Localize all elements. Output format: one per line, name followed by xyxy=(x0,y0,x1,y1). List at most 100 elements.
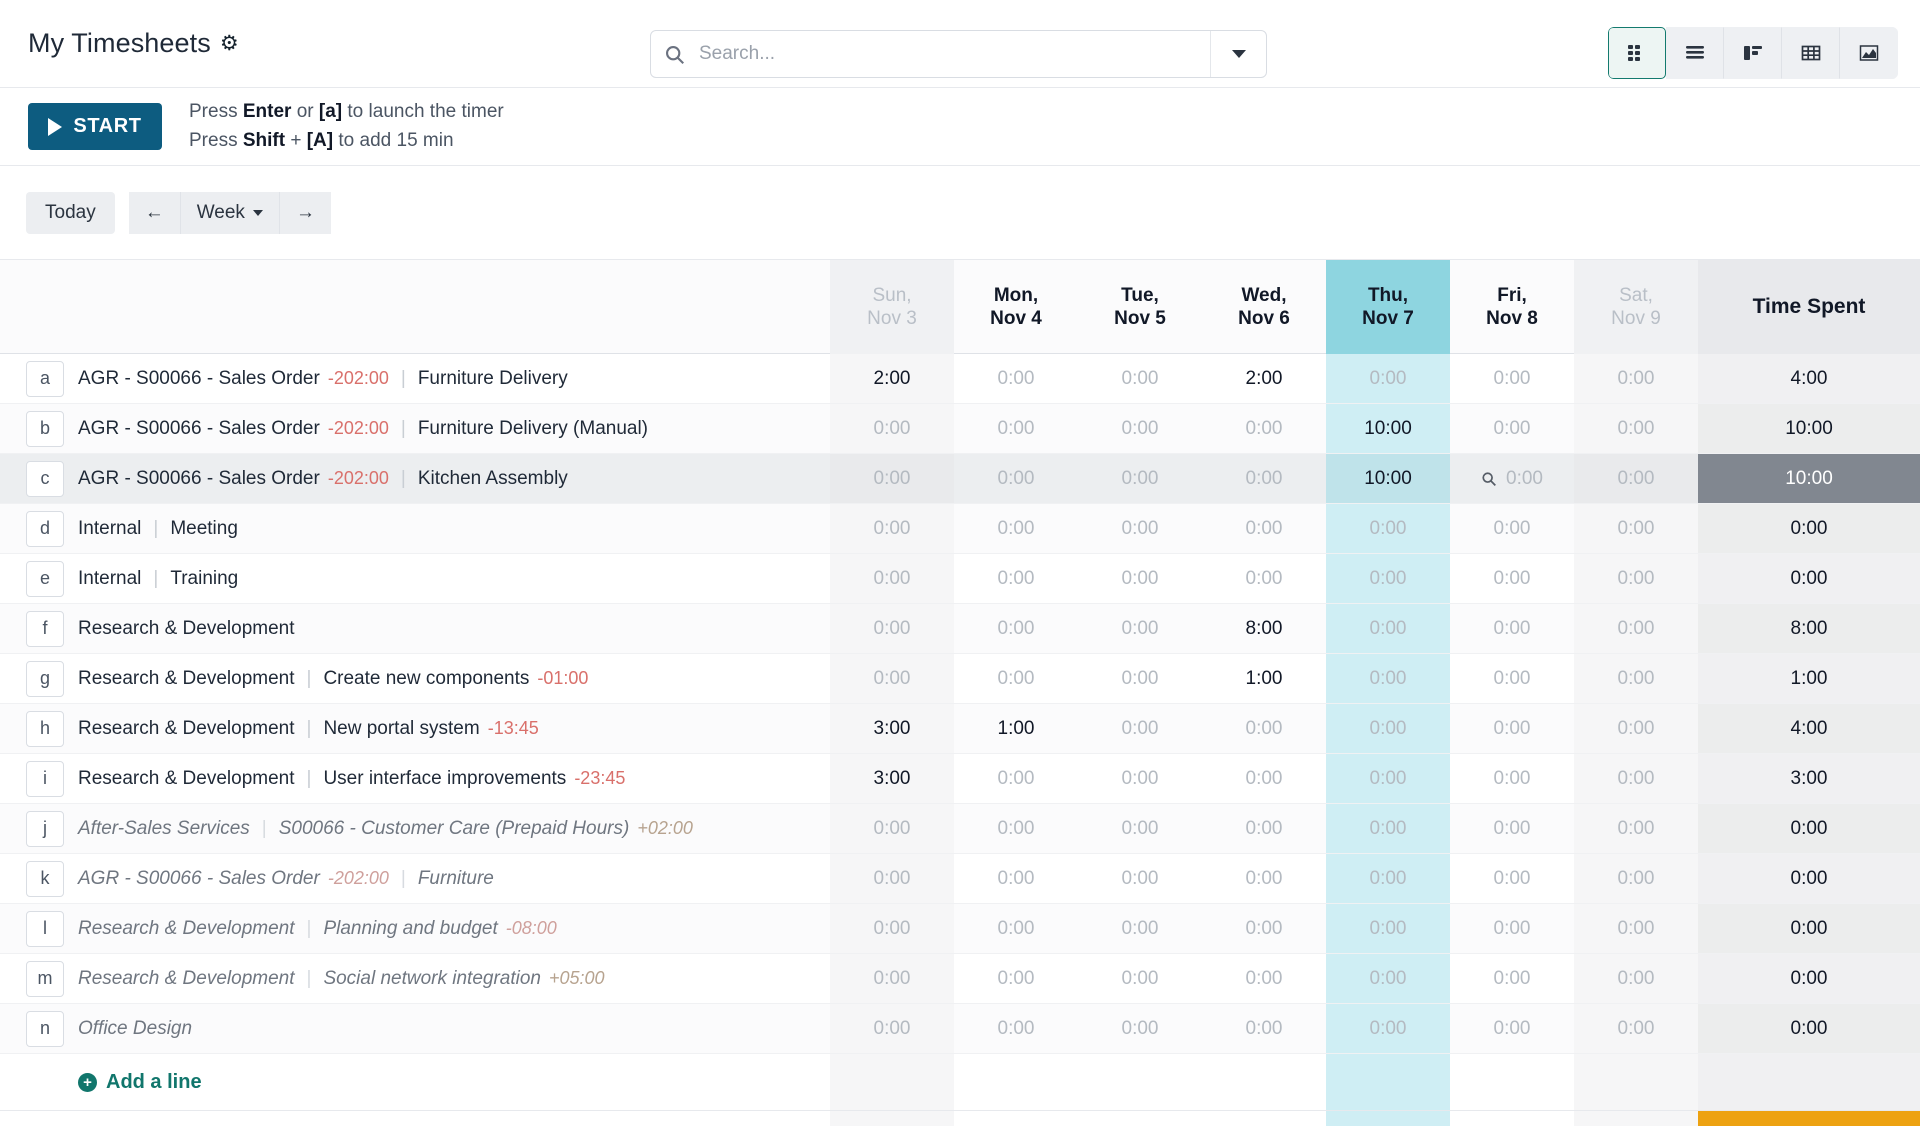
grid-cell[interactable]: 2:00 xyxy=(830,354,954,403)
gear-icon[interactable]: ⚙ xyxy=(220,33,239,54)
list-view-button[interactable] xyxy=(1666,27,1724,79)
grid-cell[interactable]: 0:00 xyxy=(1202,854,1326,903)
grid-cell[interactable]: 10:00 xyxy=(1326,404,1450,453)
grid-cell[interactable]: 0:00 xyxy=(1078,754,1202,803)
start-timer-button[interactable]: START xyxy=(28,103,162,150)
table-row[interactable]: e Internal | Training 0:00 0:00 0:00 0:00 0:00 0:… xyxy=(0,554,1920,604)
kanban-view-button[interactable] xyxy=(1724,27,1782,79)
grid-cell[interactable]: 0:00 xyxy=(954,1004,1078,1053)
grid-cell[interactable]: 0:00 xyxy=(1450,854,1574,903)
grid-cell[interactable]: 0:00 xyxy=(1326,504,1450,553)
pivot-view-button[interactable] xyxy=(1782,27,1840,79)
row-letter-badge[interactable]: c xyxy=(26,460,64,497)
grid-cell[interactable]: 0:00 xyxy=(954,504,1078,553)
row-letter-badge[interactable]: g xyxy=(26,660,64,697)
row-letter-badge[interactable]: n xyxy=(26,1010,64,1047)
row-description[interactable]: AGR - S00066 - Sales Order -202:00 | Furnit… xyxy=(78,868,494,890)
row-letter-badge[interactable]: m xyxy=(26,960,64,997)
grid-cell[interactable]: 0:00 xyxy=(1574,654,1698,703)
grid-cell[interactable]: 0:00 xyxy=(1326,904,1450,953)
grid-cell[interactable]: 0:00 xyxy=(1202,404,1326,453)
grid-cell[interactable]: 0:00 xyxy=(1450,704,1574,753)
grid-cell[interactable]: 0:00 xyxy=(1574,404,1698,453)
grid-cell[interactable]: 0:00 xyxy=(1078,804,1202,853)
grid-cell[interactable]: 0:00 xyxy=(1450,804,1574,853)
grid-cell[interactable]: 0:00 xyxy=(1202,754,1326,803)
grid-cell[interactable]: 0:00 xyxy=(1202,454,1326,503)
today-button[interactable]: Today xyxy=(26,191,115,234)
grid-cell[interactable]: 0:00 xyxy=(1078,354,1202,403)
grid-cell[interactable]: 0:00 xyxy=(830,954,954,1003)
table-row[interactable]: h Research & Development | New portal syste… xyxy=(0,704,1920,754)
grid-cell[interactable]: 0:00 xyxy=(1078,504,1202,553)
table-row[interactable]: i Research & Development | User interface i… xyxy=(0,754,1920,804)
row-letter-badge[interactable]: k xyxy=(26,860,64,897)
row-description[interactable]: AGR - S00066 - Sales Order -202:00 | Furnit… xyxy=(78,418,648,440)
grid-cell[interactable]: 0:00 xyxy=(954,354,1078,403)
add-a-line-button[interactable]: + Add a line xyxy=(78,1071,202,1094)
grid-cell[interactable]: 0:00 xyxy=(830,904,954,953)
grid-cell[interactable]: 0:00 xyxy=(830,504,954,553)
grid-cell[interactable]: 0:00 xyxy=(1078,454,1202,503)
row-description[interactable]: Research & Development xyxy=(78,618,295,640)
grid-cell[interactable]: 0:00 xyxy=(830,654,954,703)
table-row[interactable]: m Research & Development | Social network i… xyxy=(0,954,1920,1004)
table-row[interactable]: c AGR - S00066 - Sales Order -202:00 | Kitch… xyxy=(0,454,1920,504)
table-row[interactable]: l Research & Development | Planning and bud… xyxy=(0,904,1920,954)
grid-cell[interactable]: 0:00 xyxy=(1450,954,1574,1003)
grid-cell[interactable]: 0:00 xyxy=(1202,504,1326,553)
grid-cell[interactable]: 0:00 xyxy=(1326,954,1450,1003)
grid-cell[interactable]: 0:00 xyxy=(1450,404,1574,453)
grid-cell[interactable]: 0:00 xyxy=(1574,1004,1698,1053)
grid-cell[interactable]: 0:00 xyxy=(1078,1004,1202,1053)
grid-cell[interactable]: 0:00 xyxy=(1202,554,1326,603)
search-dropdown-toggle[interactable] xyxy=(1210,31,1266,77)
grid-cell[interactable]: 3:00 xyxy=(830,754,954,803)
row-description[interactable]: AGR - S00066 - Sales Order -202:00 | Kitche… xyxy=(78,468,568,490)
grid-cell[interactable]: 0:00 xyxy=(1450,454,1574,503)
grid-cell[interactable]: 0:00 xyxy=(1202,1004,1326,1053)
grid-cell[interactable]: 0:00 xyxy=(830,554,954,603)
table-row[interactable]: f Research & Development 0:00 0:00 0:00 8:00 0… xyxy=(0,604,1920,654)
grid-cell[interactable]: 0:00 xyxy=(1078,654,1202,703)
column-header-tue[interactable]: Tue, Nov 5 xyxy=(1078,260,1202,354)
table-row[interactable]: n Office Design 0:00 0:00 0:00 0:00 0:00 0:00 0:… xyxy=(0,1004,1920,1054)
row-description[interactable]: Research & Development | Planning and budg… xyxy=(78,918,557,940)
column-header-thu[interactable]: Thu, Nov 7 xyxy=(1326,260,1450,354)
column-header-mon[interactable]: Mon, Nov 4 xyxy=(954,260,1078,354)
grid-cell[interactable]: 0:00 xyxy=(1574,904,1698,953)
grid-view-button[interactable] xyxy=(1608,27,1666,79)
grid-cell[interactable]: 0:00 xyxy=(954,654,1078,703)
grid-cell[interactable]: 0:00 xyxy=(1450,354,1574,403)
grid-cell[interactable]: 0:00 xyxy=(954,604,1078,653)
grid-cell[interactable]: 0:00 xyxy=(1326,354,1450,403)
grid-cell[interactable]: 10:00 xyxy=(1326,454,1450,503)
grid-cell[interactable]: 0:00 xyxy=(1450,654,1574,703)
row-description[interactable]: After-Sales Services | S00066 - Customer C… xyxy=(78,818,693,840)
table-row[interactable]: d Internal | Meeting 0:00 0:00 0:00 0:00 0:00 0:0… xyxy=(0,504,1920,554)
grid-cell[interactable]: 0:00 xyxy=(1450,904,1574,953)
grid-cell[interactable]: 0:00 xyxy=(954,954,1078,1003)
grid-cell[interactable]: 0:00 xyxy=(1078,604,1202,653)
next-period-button[interactable]: → xyxy=(279,191,331,234)
table-row[interactable]: a AGR - S00066 - Sales Order -202:00 | Furni… xyxy=(0,354,1920,404)
grid-cell[interactable]: 0:00 xyxy=(1574,604,1698,653)
row-description[interactable]: Internal | Training xyxy=(78,568,238,590)
grid-cell[interactable]: 0:00 xyxy=(1574,854,1698,903)
grid-cell[interactable]: 0:00 xyxy=(830,804,954,853)
grid-cell[interactable]: 0:00 xyxy=(1574,804,1698,853)
table-row[interactable]: g Research & Development | Create new compo… xyxy=(0,654,1920,704)
search-icon[interactable] xyxy=(1481,471,1497,487)
table-row[interactable]: j After-Sales Services | S00066 - Customer … xyxy=(0,804,1920,854)
grid-cell[interactable]: 0:00 xyxy=(830,454,954,503)
row-description[interactable]: Research & Development | Social network in… xyxy=(78,968,605,990)
column-header-sun[interactable]: Sun, Nov 3 xyxy=(830,260,954,354)
row-letter-badge[interactable]: h xyxy=(26,710,64,747)
column-header-sat[interactable]: Sat, Nov 9 xyxy=(1574,260,1698,354)
grid-cell[interactable]: 0:00 xyxy=(1574,554,1698,603)
grid-cell[interactable]: 0:00 xyxy=(1574,754,1698,803)
grid-cell[interactable]: 0:00 xyxy=(1450,504,1574,553)
row-letter-badge[interactable]: a xyxy=(26,360,64,397)
grid-cell[interactable]: 0:00 xyxy=(1326,804,1450,853)
row-letter-badge[interactable]: l xyxy=(26,910,64,947)
